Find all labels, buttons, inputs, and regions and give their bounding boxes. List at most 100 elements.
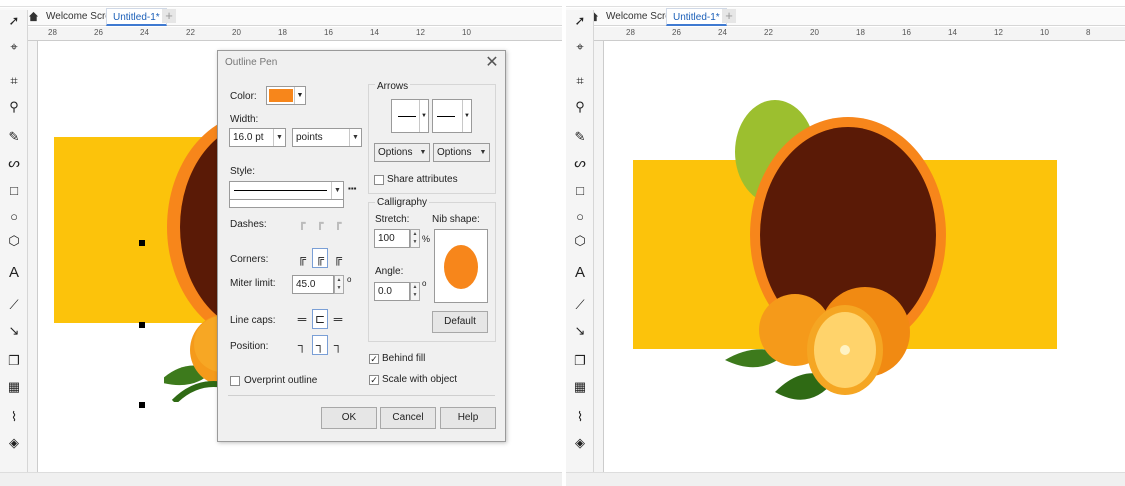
freehand-pick-icon[interactable]: ⌖: [571, 38, 589, 56]
position-center-icon[interactable]: ┐: [312, 335, 328, 355]
cancel-button[interactable]: Cancel: [380, 407, 436, 429]
vertical-ruler[interactable]: [28, 41, 38, 472]
add-tab-button[interactable]: +: [162, 9, 176, 23]
toolbox: ➚ ⌖ ⌗ ⚲ ✎ ᔕ □ ○ ⬡ A ⟋ ↘ ❐ ▦ ⌇ ◈: [0, 10, 28, 472]
angle-label: Angle:: [375, 266, 404, 277]
ruler-label: 18: [856, 28, 865, 37]
end-arrow-options[interactable]: Options ▼: [433, 143, 490, 162]
pick-tool-icon[interactable]: ➚: [571, 12, 589, 30]
crop-icon[interactable]: ⌗: [5, 72, 23, 90]
miter-spinner[interactable]: ▲ ▼: [334, 275, 344, 294]
artistic-media-icon[interactable]: ᔕ: [571, 154, 589, 172]
default-button[interactable]: Default: [432, 311, 488, 333]
orange-slice-core: [840, 345, 850, 355]
selection-handle[interactable]: [139, 240, 145, 246]
zoom-icon[interactable]: ⚲: [571, 98, 589, 116]
drop-shadow-icon[interactable]: ❐: [571, 352, 589, 370]
ok-button[interactable]: OK: [321, 407, 377, 429]
freehand-draw-icon[interactable]: ✎: [5, 128, 23, 146]
transparency-icon[interactable]: ▦: [5, 378, 23, 396]
orange-label-artwork[interactable]: [715, 92, 955, 432]
rectangle-tool-icon[interactable]: □: [5, 182, 23, 200]
color-picker[interactable]: ▼: [266, 86, 306, 105]
interactive-fill-icon[interactable]: ◈: [5, 434, 23, 452]
selection-handle[interactable]: [139, 402, 145, 408]
status-bar: [566, 472, 1125, 486]
cap-square-icon[interactable]: ═: [330, 311, 346, 327]
ruler-label: 10: [462, 28, 471, 37]
angle-spinner[interactable]: ▲ ▼: [410, 282, 420, 301]
stretch-spinner[interactable]: ▲ ▼: [410, 229, 420, 248]
ellipse-tool-icon[interactable]: ○: [571, 208, 589, 226]
tab-untitled-1[interactable]: Untitled-1*: [106, 8, 167, 26]
units-select[interactable]: points ▼: [292, 128, 362, 147]
freehand-pick-icon[interactable]: ⌖: [5, 38, 23, 56]
style-select[interactable]: ▼: [229, 181, 344, 200]
ruler-label: 8: [1086, 28, 1091, 37]
text-tool-icon[interactable]: A: [571, 264, 589, 282]
selection-handle[interactable]: [139, 322, 145, 328]
eyedropper-icon[interactable]: ⌇: [571, 408, 589, 426]
polygon-tool-icon[interactable]: ⬡: [571, 232, 589, 250]
freehand-draw-icon[interactable]: ✎: [571, 128, 589, 146]
help-button[interactable]: Help: [440, 407, 496, 429]
vertical-ruler[interactable]: [594, 41, 604, 472]
options-label: Options: [378, 147, 413, 158]
overprint-checkbox[interactable]: [230, 376, 240, 386]
add-tab-button[interactable]: +: [722, 9, 736, 23]
rectangle-tool-icon[interactable]: □: [571, 182, 589, 200]
dimension-tool-icon[interactable]: ⟋: [5, 296, 23, 314]
close-icon[interactable]: ✕: [485, 52, 499, 72]
connector-tool-icon[interactable]: ↘: [5, 322, 23, 340]
zoom-icon[interactable]: ⚲: [5, 98, 23, 116]
position-outside-icon[interactable]: ┐: [294, 337, 310, 353]
ellipse-tool-icon[interactable]: ○: [5, 208, 23, 226]
ruler-label: 12: [416, 28, 425, 37]
cap-butt-icon[interactable]: ═: [294, 311, 310, 327]
corner-round-icon[interactable]: ╔: [312, 248, 328, 268]
drawing-canvas[interactable]: [605, 42, 1125, 472]
options-label: Options: [437, 147, 472, 158]
horizontal-ruler[interactable]: 28 26 24 22 20 18 16 14 12 10 8: [594, 27, 1125, 41]
scale-with-object-checkbox[interactable]: ✓: [369, 375, 379, 385]
miter-limit-field[interactable]: 45.0: [292, 275, 334, 294]
horizontal-ruler[interactable]: 28 26 24 22 20 18 16 14 12 10: [28, 27, 562, 41]
dimension-tool-icon[interactable]: ⟋: [571, 296, 589, 314]
pick-tool-icon[interactable]: ➚: [5, 12, 23, 30]
outline-pen-dialog: Outline Pen ✕ Color: ▼ Width: 16.0 pt ▼ …: [217, 50, 506, 442]
property-bar: [0, 0, 562, 7]
tab-untitled-1[interactable]: Untitled-1*: [666, 8, 727, 26]
share-attributes-checkbox[interactable]: [374, 175, 384, 185]
eyedropper-icon[interactable]: ⌇: [5, 408, 23, 426]
crop-icon[interactable]: ⌗: [571, 72, 589, 90]
ruler-label: 20: [810, 28, 819, 37]
chevron-down-icon: ▼: [419, 100, 428, 132]
artistic-media-icon[interactable]: ᔕ: [5, 154, 23, 172]
interactive-fill-icon[interactable]: ◈: [571, 434, 589, 452]
scale-with-object-label: Scale with object: [382, 374, 458, 385]
behind-fill-checkbox[interactable]: ✓: [369, 354, 379, 364]
chevron-down-icon: ▼: [294, 87, 305, 104]
position-inside-icon[interactable]: ┐: [330, 337, 346, 353]
start-arrow-options[interactable]: Options ▼: [374, 143, 430, 162]
share-attributes-label: Share attributes: [387, 174, 458, 185]
corner-miter-icon[interactable]: ╔: [294, 250, 310, 266]
overprint-label: Overprint outline: [244, 375, 318, 386]
stretch-field[interactable]: 100: [374, 229, 410, 248]
width-select[interactable]: 16.0 pt ▼: [229, 128, 286, 147]
start-arrow-select[interactable]: ▼: [391, 99, 429, 133]
drop-shadow-icon[interactable]: ❐: [5, 352, 23, 370]
end-arrow-select[interactable]: ▼: [432, 99, 472, 133]
home-icon[interactable]: [28, 11, 39, 22]
corner-bevel-icon[interactable]: ╔: [330, 250, 346, 266]
connector-tool-icon[interactable]: ↘: [571, 322, 589, 340]
line-style-preview: [234, 190, 327, 191]
cap-round-icon[interactable]: ⊏: [312, 309, 328, 329]
polygon-tool-icon[interactable]: ⬡: [5, 232, 23, 250]
more-icon[interactable]: ▪▪▪: [348, 184, 357, 193]
angle-field[interactable]: 0.0: [374, 282, 410, 301]
nib-shape-preview[interactable]: [434, 229, 488, 303]
text-tool-icon[interactable]: A: [5, 264, 23, 282]
transparency-icon[interactable]: ▦: [571, 378, 589, 396]
dash-corner-icon: ┏: [316, 216, 324, 230]
